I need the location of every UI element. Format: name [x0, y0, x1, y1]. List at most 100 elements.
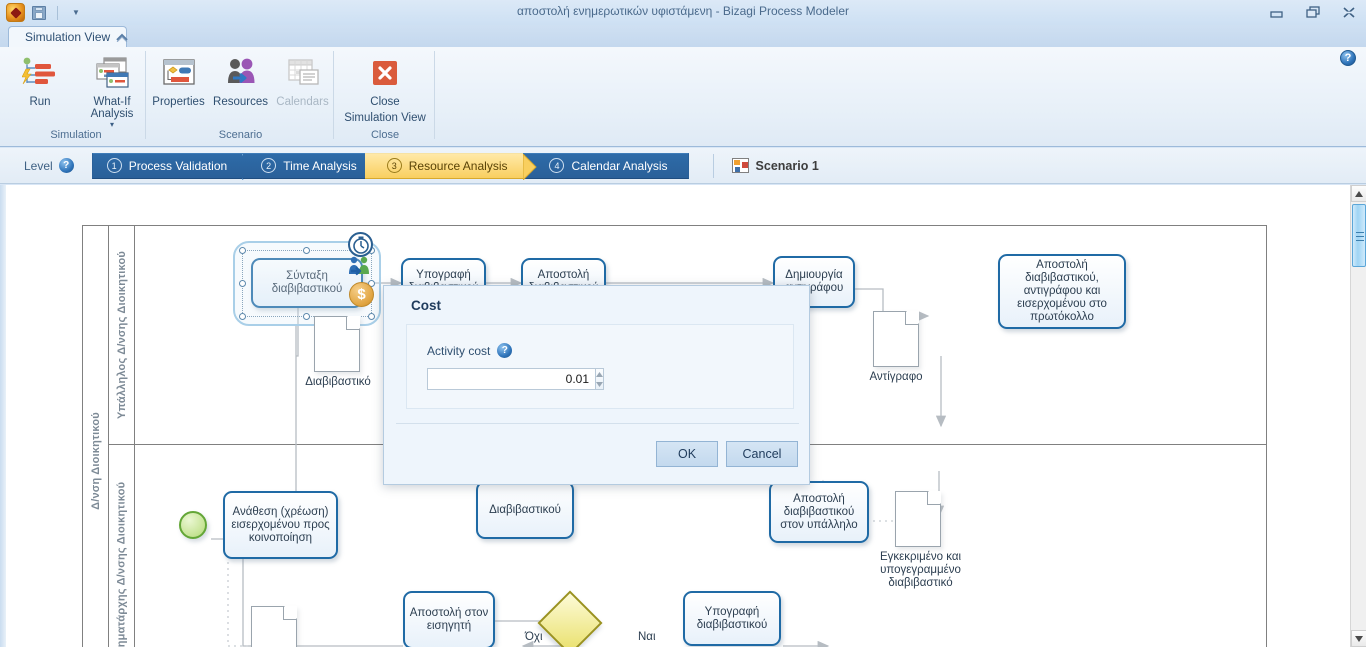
step-label-4: Calendar Analysis — [571, 158, 668, 173]
resize-handle-se[interactable] — [368, 313, 375, 320]
scroll-down-button[interactable] — [1351, 630, 1366, 647]
restore-icon[interactable] — [1300, 3, 1326, 23]
ribbon-group-close: Close Simulation View Close — [336, 47, 434, 147]
dialog-divider — [396, 423, 799, 424]
resize-handle-w[interactable] — [239, 280, 246, 287]
flow-label-nai: Ναι — [638, 631, 656, 643]
what-if-analysis-icon — [94, 54, 130, 92]
lane-label-1: Υπάλληλος Δ/νσης Διοικητικού — [115, 251, 128, 419]
ribbon-group-scenario: Properties Resources Calendars Scenario — [148, 47, 333, 147]
cancel-button[interactable]: Cancel — [726, 441, 798, 467]
activity-cost-input[interactable] — [427, 368, 596, 390]
step-number-3: 3 — [386, 158, 402, 173]
close-sim-label-line1: Close — [370, 96, 400, 108]
calendars-icon — [286, 54, 320, 92]
resize-handle-s[interactable] — [303, 313, 310, 320]
scrollbar-thumb[interactable] — [1352, 204, 1366, 267]
task-apostoli-ston-eisigiti[interactable]: Αποστολή στον εισηγητή — [403, 591, 495, 647]
task-apostoli-sto-protokollo[interactable]: Αποστολή διαβιβαστικού, αντιγράφου και ε… — [998, 254, 1126, 329]
ribbon-group-title-simulation: Simulation — [50, 129, 102, 141]
stepper-buttons[interactable] — [596, 368, 604, 390]
toolbar-divider — [57, 5, 58, 20]
what-if-analysis-button[interactable]: What-If Analysis ▾ — [76, 50, 148, 129]
ok-button[interactable]: OK — [656, 441, 718, 467]
cost-icon[interactable]: $ — [349, 282, 374, 307]
ribbon-group-title-scenario: Scenario — [218, 129, 263, 141]
start-event[interactable] — [179, 511, 207, 539]
window-title: αποστολή ενημερωτικών υφιστάμενη - Bizag… — [516, 4, 849, 18]
application-window: ▼ αποστολή ενημερωτικών υφιστάμενη - Biz… — [0, 0, 1366, 647]
quick-access-toolbar: ▼ — [0, 0, 86, 25]
resources-button[interactable]: Resources — [210, 50, 272, 108]
step-label-3: Resource Analysis — [408, 158, 508, 173]
minimize-icon[interactable] — [1264, 3, 1290, 23]
ribbon-group-simulation: Run What-If Analysis ▾ Simulation — [6, 47, 146, 147]
dialog-title: Cost — [411, 298, 441, 313]
resize-handle-nw[interactable] — [239, 247, 246, 254]
document-egkekrimeno[interactable] — [895, 491, 941, 547]
run-label: Run — [29, 96, 51, 108]
resources-decorator-icon[interactable] — [347, 256, 373, 278]
document-label-egkekrimeno: Εγκεκριμένο και υπογεγραμμένο διαβιβαστι… — [879, 551, 962, 589]
collapse-ribbon-icon[interactable] — [113, 29, 131, 45]
step-label-1: Process Validation — [128, 158, 228, 173]
step-label-2: Time Analysis — [283, 158, 357, 173]
step-time-analysis[interactable]: 2 Time Analysis — [243, 152, 373, 179]
document-label-antigrafo: Αντίγραφο — [869, 371, 923, 383]
properties-label: Properties — [152, 96, 205, 108]
close-icon[interactable] — [1336, 3, 1362, 23]
stepper-up-button[interactable] — [596, 369, 603, 379]
save-icon[interactable] — [29, 3, 49, 23]
task-label-5: Αποστολή διαβιβαστικού, αντιγράφου και ε… — [1017, 259, 1107, 323]
activity-cost-label: Activity cost — [427, 343, 491, 358]
close-sim-label-line2: Simulation View — [344, 112, 426, 124]
scroll-up-button[interactable] — [1351, 185, 1366, 202]
title-bar: ▼ αποστολή ενημερωτικών υφιστάμενη - Biz… — [0, 0, 1366, 25]
timer-icon[interactable] — [348, 232, 373, 257]
vertical-scrollbar[interactable] — [1350, 185, 1366, 647]
task-label-7: Διαβιβαστικού — [489, 503, 561, 516]
bizagi-orb-icon[interactable] — [6, 3, 25, 22]
document-antigrafo[interactable] — [873, 311, 919, 367]
ribbon-separator — [145, 51, 146, 139]
calendars-label: Calendars — [276, 96, 329, 108]
task-ypografi-diavivastikou-2[interactable]: Υπογραφή διαβιβαστικού — [683, 591, 781, 646]
resize-handle-n[interactable] — [303, 247, 310, 254]
activity-cost-label-group: Activity cost ? — [427, 343, 513, 358]
properties-button[interactable]: Properties — [148, 50, 210, 108]
scenario-selector[interactable]: Scenario 1 — [731, 158, 819, 173]
lane-header-2: Τμηματάρχης Δ/νσης Διοικητικού — [109, 445, 135, 647]
step-resource-analysis[interactable]: 3 Resource Analysis — [364, 152, 538, 180]
task-apostoli-ston-ypallilo[interactable]: Αποστολή διαβιβαστικού στον υπάλληλο — [769, 481, 869, 543]
run-icon — [22, 54, 58, 92]
canvas-left-gutter — [0, 185, 6, 647]
activity-cost-stepper[interactable] — [427, 368, 604, 390]
level-help-icon[interactable]: ? — [58, 158, 74, 173]
scenario-label: Scenario 1 — [755, 158, 819, 173]
resize-handle-sw[interactable] — [239, 313, 246, 320]
step-number-1: 1 — [106, 158, 122, 173]
task-diavivastikou[interactable]: Διαβιβαστικού — [476, 481, 574, 539]
activity-cost-help-icon[interactable]: ? — [497, 343, 513, 358]
scenario-icon — [731, 158, 749, 173]
chevron-down-icon[interactable]: ▼ — [66, 3, 86, 23]
document-diavivastiko[interactable] — [314, 316, 360, 372]
ribbon-group-title-close: Close — [370, 129, 400, 141]
task-anathesi-eiserchomenou[interactable]: Ανάθεση (χρέωση) εισερχομένου προς κοινο… — [223, 491, 338, 559]
step-calendar-analysis[interactable]: 4 Calendar Analysis — [523, 152, 689, 179]
gateway-egkrisi[interactable] — [537, 590, 603, 647]
lane-label-2: Τμηματάρχης Δ/νσης Διοικητικού — [115, 481, 128, 647]
tab-simulation-view[interactable]: Simulation View — [8, 26, 128, 47]
step-number-4: 4 — [549, 158, 565, 173]
help-icon[interactable]: ? — [1340, 50, 1356, 66]
level-bar-divider — [712, 153, 714, 178]
run-button[interactable]: Run — [4, 50, 76, 108]
document-unlabeled[interactable] — [251, 606, 297, 647]
step-chevron-3 — [523, 153, 538, 180]
window-controls — [1264, 0, 1362, 25]
flow-label-ochi: Όχι — [525, 631, 543, 643]
step-process-validation[interactable]: 1 Process Validation — [91, 152, 256, 180]
document-label-diavivastiko: Διαβιβαστικό — [305, 376, 371, 388]
close-simulation-view-button[interactable]: Close Simulation View — [337, 50, 433, 124]
stepper-down-button[interactable] — [596, 379, 603, 389]
